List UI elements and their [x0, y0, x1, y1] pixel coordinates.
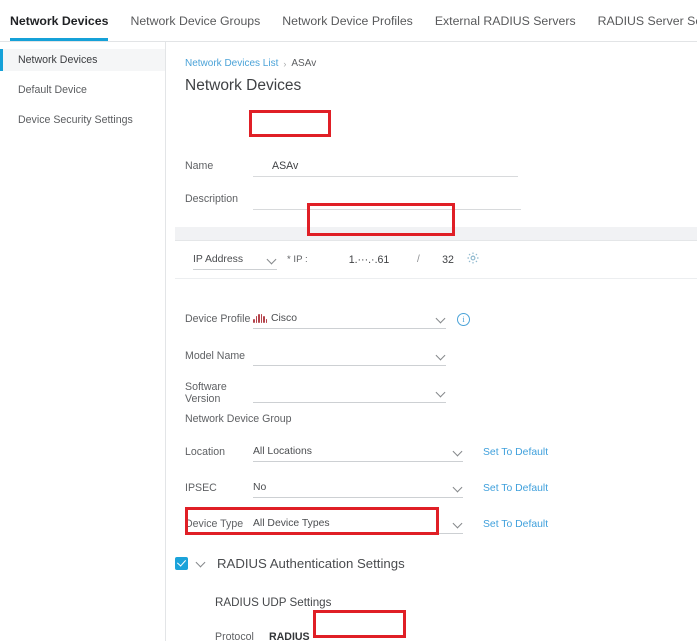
radius-authentication-settings-title: RADIUS Authentication Settings [217, 555, 405, 571]
network-device-group-label: Network Device Group [185, 413, 292, 425]
name-input-value: ASAv [272, 159, 299, 172]
tab-label: Network Device Profiles [282, 13, 413, 28]
sidebar-item-label: Default Device [18, 84, 87, 96]
model-name-label: Model Name [185, 350, 246, 362]
location-select[interactable]: All Locations [253, 442, 463, 462]
chevron-down-icon [454, 447, 463, 456]
field-row-description: Description [167, 187, 697, 211]
field-row-software-version: Software Version [167, 381, 697, 405]
chevron-down-icon [454, 483, 463, 492]
ip-type-select-value: IP Address [193, 254, 244, 265]
ip-address-row: IP Address * IP : 1.···.·.61 / 32 [175, 241, 697, 279]
sidebar-item-network-devices[interactable]: Network Devices [0, 49, 165, 71]
chevron-down-icon [437, 351, 446, 360]
name-label: Name [185, 160, 214, 172]
breadcrumb-link-network-devices-list[interactable]: Network Devices List [185, 58, 278, 69]
software-version-label: Software Version [185, 381, 227, 405]
main-content: Network Devices List › ASAv Network Devi… [167, 42, 697, 641]
device-profile-value: Cisco [271, 313, 297, 324]
field-row-device-profile: Device Profile Cisco i [167, 307, 697, 331]
ipsec-set-to-default-link[interactable]: Set To Default [483, 483, 548, 494]
radius-udp-settings-title: RADIUS UDP Settings [215, 596, 332, 609]
sidebar-item-label: Device Security Settings [18, 114, 133, 126]
radius-authentication-checkbox[interactable] [175, 556, 188, 570]
info-icon[interactable]: i [457, 312, 470, 326]
device-type-select[interactable]: All Device Types [253, 514, 463, 534]
field-row-name: Name ASAv [167, 153, 697, 179]
location-set-to-default-link[interactable]: Set To Default [483, 447, 548, 458]
active-tab-underline [10, 38, 109, 41]
field-row-protocol: Protocol RADIUS [167, 628, 697, 641]
device-type-value: All Device Types [253, 518, 330, 529]
gear-icon[interactable] [466, 251, 480, 270]
cisco-logo-icon [253, 314, 267, 323]
field-row-model-name: Model Name [167, 344, 697, 368]
ip-type-select[interactable]: IP Address [193, 250, 277, 270]
tab-label: External RADIUS Servers [434, 13, 576, 28]
device-profile-label: Device Profile [185, 313, 251, 325]
chevron-down-icon [268, 255, 277, 264]
tab-radius-server-sequences[interactable]: RADIUS Server Sequences [598, 0, 697, 41]
breadcrumb-current: ASAv [291, 58, 317, 69]
ip-mask-value: 32 [442, 254, 454, 266]
tab-network-devices[interactable]: Network Devices [10, 0, 109, 41]
chevron-down-icon [437, 388, 446, 397]
main-tab-bar: Network Devices Network Device Groups Ne… [0, 0, 697, 42]
chevron-down-icon [437, 314, 446, 323]
tab-label: Network Devices [10, 13, 109, 28]
location-value: All Locations [253, 446, 312, 457]
chevron-down-icon[interactable] [197, 558, 208, 569]
name-input[interactable]: ASAv [253, 155, 518, 177]
ipsec-label: IPSEC [185, 482, 217, 494]
tab-label: Network Device Groups [130, 13, 261, 28]
device-type-set-to-default-link[interactable]: Set To Default [483, 519, 548, 530]
ip-required-label: * IP : [287, 254, 308, 265]
sidebar-list: Network Devices Default Device Device Se… [0, 42, 165, 131]
ise-network-device-page: Network Devices Network Device Groups Ne… [0, 0, 697, 641]
chevron-down-icon [454, 519, 463, 528]
device-profile-select[interactable]: Cisco [253, 309, 446, 329]
device-type-label: Device Type [185, 518, 244, 530]
tab-external-radius-servers[interactable]: External RADIUS Servers [435, 0, 576, 41]
page-title: Network Devices [185, 77, 302, 94]
active-indicator [0, 49, 3, 71]
ip-table-header-band [175, 227, 697, 241]
software-version-select[interactable] [253, 383, 446, 403]
ip-address-input[interactable]: 1.···.·.61 [323, 250, 415, 270]
radius-authentication-settings-header[interactable]: RADIUS Authentication Settings [175, 550, 405, 576]
left-sidebar: Network Devices Default Device Device Se… [0, 42, 166, 641]
protocol-value: RADIUS [269, 631, 310, 641]
ipsec-select[interactable]: No [253, 478, 463, 498]
description-input[interactable] [253, 188, 521, 210]
field-row-device-type: Device Type All Device Types Set To Defa… [167, 512, 697, 536]
ip-mask-separator: / [417, 254, 420, 265]
tab-network-device-groups[interactable]: Network Device Groups [130, 0, 260, 41]
sidebar-item-device-security-settings[interactable]: Device Security Settings [0, 109, 165, 131]
protocol-label: Protocol [215, 631, 254, 641]
location-label: Location [185, 446, 226, 458]
breadcrumb-separator-icon: › [283, 58, 287, 69]
tab-label: RADIUS Server Sequences [597, 13, 697, 28]
description-label: Description [185, 193, 238, 205]
ip-mask-input[interactable]: 32 [431, 250, 465, 270]
sidebar-item-label: Network Devices [18, 54, 98, 66]
field-row-ipsec: IPSEC No Set To Default [167, 476, 697, 500]
ip-address-value: 1.···.·.61 [348, 254, 390, 266]
ipsec-value: No [253, 482, 267, 493]
breadcrumb: Network Devices List › ASAv [185, 58, 316, 69]
model-name-select[interactable] [253, 346, 446, 366]
tab-network-device-profiles[interactable]: Network Device Profiles [282, 0, 413, 41]
field-row-location: Location All Locations Set To Default [167, 440, 697, 464]
sidebar-item-default-device[interactable]: Default Device [0, 79, 165, 101]
